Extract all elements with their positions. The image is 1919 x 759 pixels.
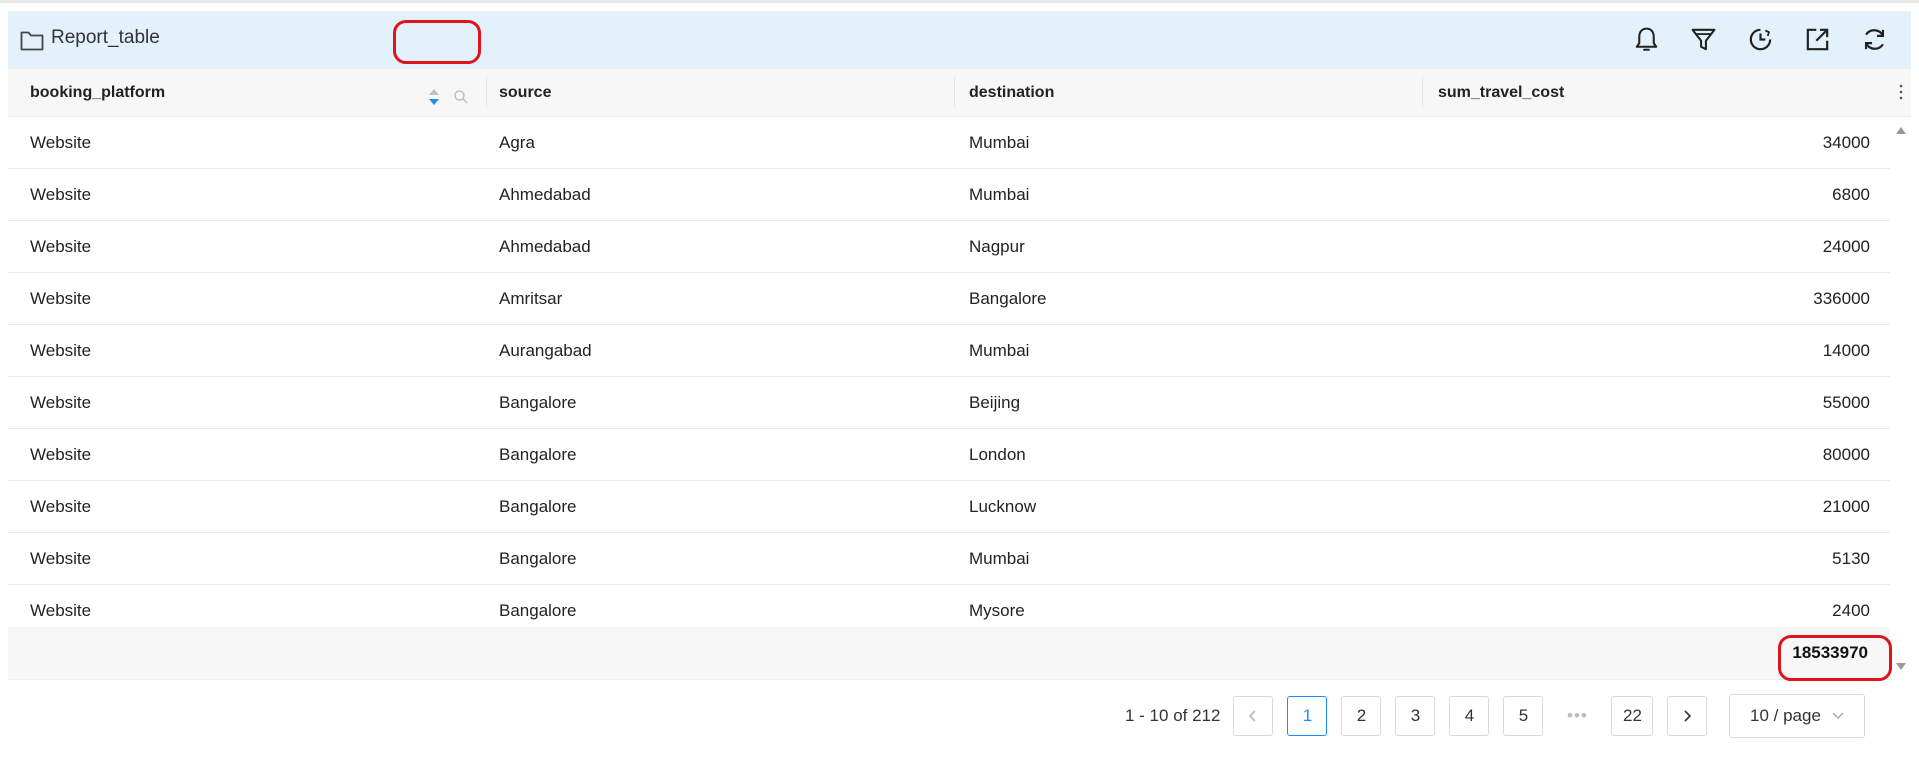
column-divider[interactable] [954, 77, 955, 107]
highlight-annotation [1778, 635, 1892, 681]
table-row[interactable]: Website Aurangabad Mumbai 14000 [8, 325, 1890, 377]
table-row[interactable]: Website Bangalore London 80000 [8, 429, 1890, 481]
filter-icon[interactable] [1689, 25, 1718, 54]
table-row[interactable]: Website Ahmedabad Nagpur 24000 [8, 221, 1890, 273]
summary-row: 18533970 [8, 627, 1890, 680]
page-button-3[interactable]: 3 [1395, 696, 1436, 736]
cell-source: Bangalore [499, 497, 577, 516]
cell-booking-platform: Website [30, 185, 92, 204]
cell-booking-platform: Website [30, 341, 92, 360]
cell-source: Bangalore [499, 549, 577, 568]
cell-destination: Nagpur [969, 237, 1025, 256]
cell-sum-travel-cost: 336000 [1813, 289, 1870, 308]
vertical-scrollbar[interactable] [1891, 117, 1911, 680]
table-body: Website Agra Mumbai 34000 Website Ahmeda… [8, 117, 1890, 637]
cell-destination: Mumbai [969, 133, 1030, 152]
column-header-sum-travel-cost[interactable]: sum_travel_cost [1438, 69, 1564, 116]
pagination-ellipsis[interactable]: ••• [1557, 706, 1597, 726]
table-row[interactable]: Website Bangalore Mumbai 5130 [8, 533, 1890, 585]
page-button-4[interactable]: 4 [1449, 696, 1490, 736]
bell-icon[interactable] [1632, 25, 1661, 54]
cell-destination: Bangalore [969, 289, 1047, 308]
sort-icon[interactable] [428, 88, 440, 106]
table-row[interactable]: Website Ahmedabad Mumbai 6800 [8, 169, 1890, 221]
table-row[interactable]: Website Bangalore Beijing 55000 [8, 377, 1890, 429]
title-bar: Report_table [8, 11, 1911, 69]
highlight-annotation [393, 20, 481, 64]
more-options-icon[interactable] [1898, 83, 1904, 101]
clock-icon[interactable] [1746, 25, 1775, 54]
folder-icon [20, 31, 44, 51]
cell-destination: Mumbai [969, 341, 1030, 360]
pagination: 1 - 10 of 212 1 2 3 4 5 ••• 22 10 / page [1125, 694, 1866, 738]
cell-destination: Lucknow [969, 497, 1037, 516]
page-size-value: 10 / page [1750, 706, 1821, 725]
page-button-1[interactable]: 1 [1287, 696, 1328, 736]
page-button-2[interactable]: 2 [1341, 696, 1382, 736]
cell-destination: Mumbai [969, 549, 1030, 568]
next-page-button[interactable] [1667, 696, 1708, 736]
cell-destination: Beijing [969, 393, 1021, 412]
cell-sum-travel-cost: 6800 [1832, 185, 1870, 204]
column-header-source[interactable]: source [499, 69, 551, 116]
table-row[interactable]: Website Amritsar Bangalore 336000 [8, 273, 1890, 325]
table-row[interactable]: Website Bangalore Lucknow 21000 [8, 481, 1890, 533]
cell-source: Ahmedabad [499, 237, 591, 256]
cell-source: Agra [499, 133, 535, 152]
cell-booking-platform: Website [30, 445, 92, 464]
cell-sum-travel-cost: 21000 [1822, 497, 1870, 516]
cell-sum-travel-cost: 14000 [1822, 341, 1870, 360]
page-button-last[interactable]: 22 [1611, 696, 1654, 736]
chevron-left-icon [1249, 710, 1257, 722]
refresh-icon[interactable] [1860, 25, 1889, 54]
chevron-right-icon [1684, 710, 1692, 722]
cell-source: Ahmedabad [499, 185, 591, 204]
cell-sum-travel-cost: 24000 [1822, 237, 1870, 256]
cell-source: Aurangabad [499, 341, 592, 360]
cell-source: Bangalore [499, 445, 577, 464]
cell-booking-platform: Website [30, 549, 92, 568]
toolbar [1632, 25, 1889, 54]
cell-source: Bangalore [499, 393, 577, 412]
column-divider[interactable] [486, 77, 487, 107]
table-row[interactable]: Website Agra Mumbai 34000 [8, 117, 1890, 169]
cell-booking-platform: Website [30, 133, 92, 152]
report-title: Report_table [51, 27, 160, 48]
export-icon[interactable] [1803, 25, 1832, 54]
table-header: booking_platform source destination sum_… [8, 69, 1911, 117]
cell-destination: Mumbai [969, 185, 1030, 204]
column-header-destination[interactable]: destination [969, 69, 1054, 116]
cell-destination: London [969, 445, 1026, 464]
cell-booking-platform: Website [30, 497, 92, 516]
column-divider[interactable] [1422, 77, 1423, 107]
cell-sum-travel-cost: 55000 [1822, 393, 1870, 412]
cell-sum-travel-cost: 34000 [1822, 133, 1870, 152]
cell-sum-travel-cost: 5130 [1832, 549, 1870, 568]
page-size-select[interactable]: 10 / page [1729, 694, 1866, 738]
cell-source: Amritsar [499, 289, 563, 308]
pagination-range: 1 - 10 of 212 [1125, 706, 1221, 725]
cell-booking-platform: Website [30, 237, 92, 256]
page-button-5[interactable]: 5 [1503, 696, 1544, 736]
chevron-down-icon [1832, 712, 1844, 720]
report-panel: Report_table booking_platform source des… [8, 11, 1911, 681]
cell-booking-platform: Website [30, 289, 92, 308]
cell-sum-travel-cost: 80000 [1822, 445, 1870, 464]
column-header-booking-platform[interactable]: booking_platform [30, 69, 165, 116]
cell-booking-platform: Website [30, 393, 92, 412]
top-border [0, 0, 1919, 3]
prev-page-button[interactable] [1233, 696, 1274, 736]
search-icon[interactable] [453, 89, 469, 105]
